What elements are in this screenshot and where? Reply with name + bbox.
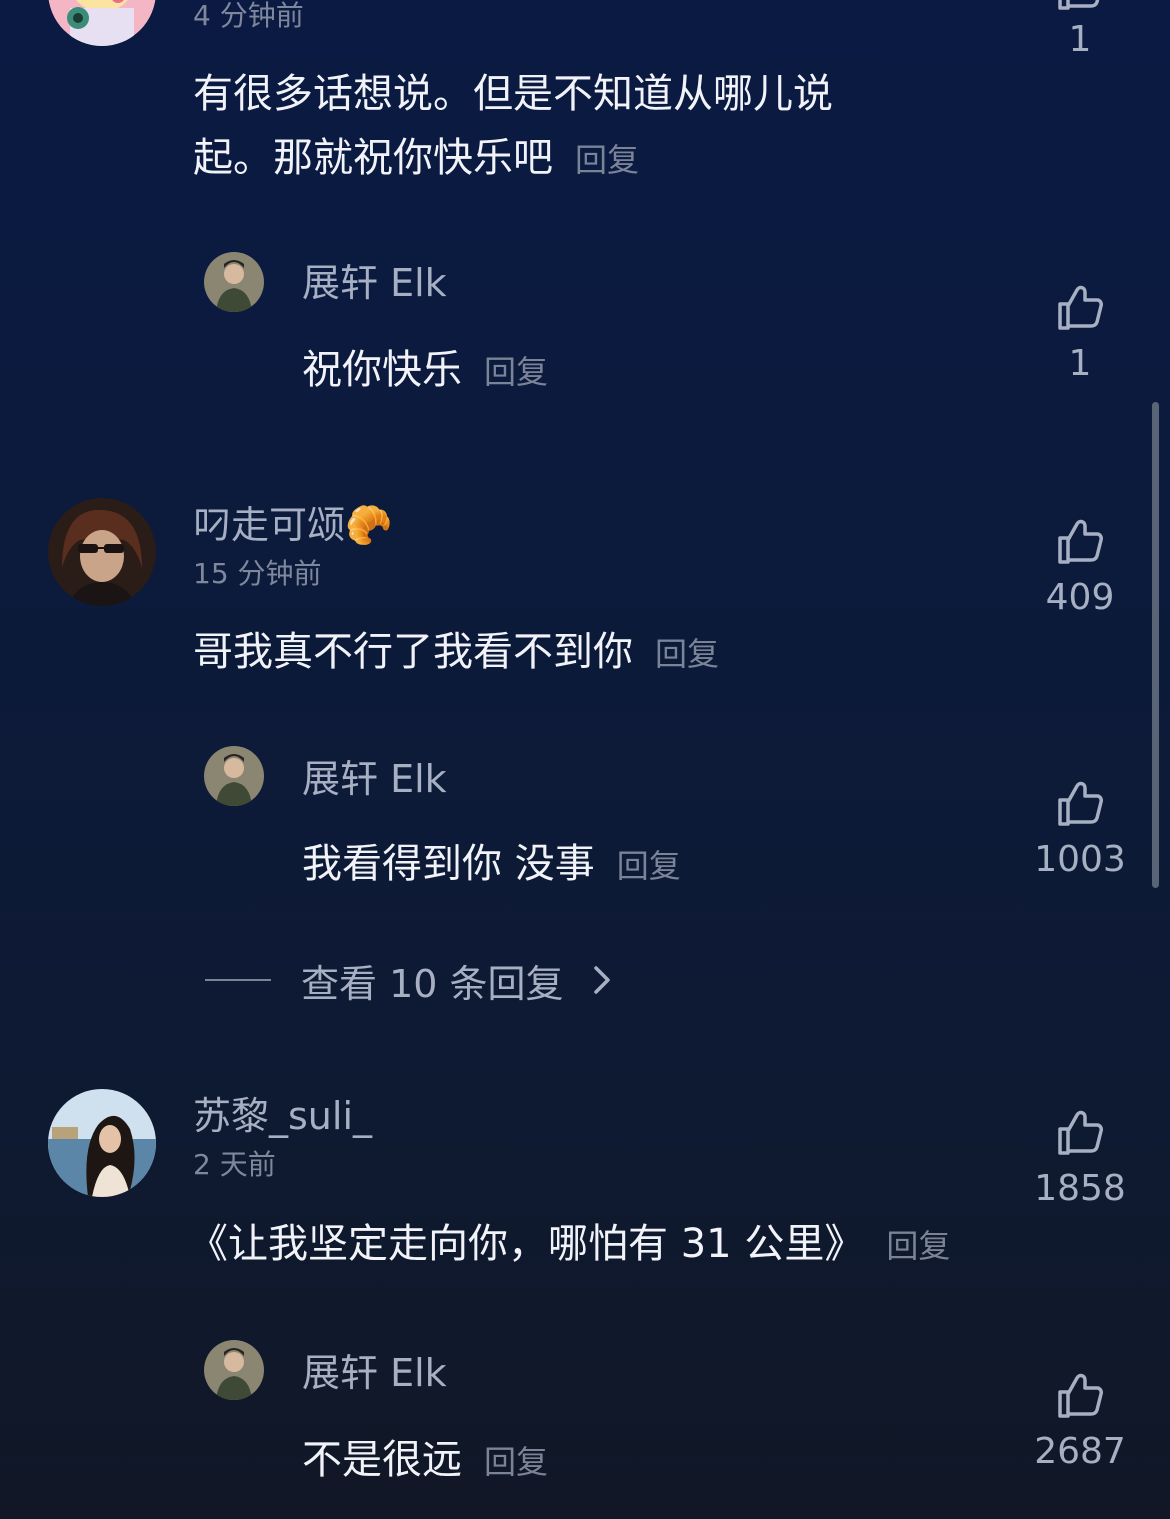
- divider-line: [205, 979, 271, 981]
- reply-username[interactable]: 展轩 Elk: [302, 1354, 447, 1392]
- like-count: 1858: [1034, 1168, 1126, 1209]
- reply-text-content: 祝你快乐: [302, 347, 462, 393]
- reply-text: 不是很远 回复: [302, 1428, 548, 1494]
- reply-text: 我看得到你 没事 回复: [302, 832, 681, 898]
- comment-text: 《让我坚定走向你，哪怕有 31 公里》 回复: [188, 1212, 950, 1278]
- reply-button[interactable]: 回复: [617, 847, 681, 885]
- comment-time: 4 分钟前: [193, 0, 304, 32]
- view-more-label: 查看 10 条回复: [301, 961, 564, 1006]
- reply-text-content: 我看得到你 没事: [302, 841, 595, 887]
- reply-text: 祝你快乐 回复: [302, 338, 548, 404]
- commenter-avatar[interactable]: [48, 1089, 156, 1197]
- like-count: 1: [1068, 343, 1092, 384]
- like-count: 1: [1068, 19, 1092, 60]
- chevron-right-icon: [593, 966, 610, 994]
- reply-username[interactable]: 展轩 Elk: [302, 264, 447, 302]
- thumbs-up-icon[interactable]: [1054, 516, 1106, 568]
- like-count: 409: [1045, 577, 1115, 618]
- view-more-replies-button[interactable]: 查看 10 条回复: [205, 952, 614, 1008]
- commenter-avatar[interactable]: [48, 498, 156, 606]
- comment-text-content: 哥我真不行了我看不到你: [193, 629, 633, 675]
- commenter-avatar[interactable]: [48, 0, 156, 46]
- thumbs-up-icon[interactable]: [1054, 1107, 1106, 1159]
- like-count: 1003: [1034, 839, 1126, 880]
- reply-avatar[interactable]: [204, 252, 264, 312]
- comment-text-line2: 起。那就祝你快乐吧: [193, 135, 553, 181]
- comment-text-line1: 有很多话想说。但是不知道从哪儿说: [193, 71, 833, 117]
- comment-text-content: 《让我坚定走向你，哪怕有 31 公里》: [188, 1221, 865, 1267]
- thumbs-up-icon[interactable]: [1054, 1370, 1106, 1422]
- comment-text: 哥我真不行了我看不到你 回复: [193, 620, 719, 686]
- commenter-username[interactable]: 苏黎_suli_: [193, 1097, 372, 1135]
- reply-avatar[interactable]: [204, 746, 264, 806]
- reply-button[interactable]: 回复: [575, 141, 639, 179]
- comment-time: 15 分钟前: [193, 557, 322, 590]
- reply-button[interactable]: 回复: [655, 635, 719, 673]
- reply-username[interactable]: 展轩 Elk: [302, 760, 447, 798]
- reply-button[interactable]: 回复: [886, 1227, 950, 1265]
- comment-text: 有很多话想说。但是不知道从哪儿说 起。那就祝你快乐吧 回复: [193, 62, 833, 192]
- reply-button[interactable]: 回复: [484, 1443, 548, 1481]
- reply-button[interactable]: 回复: [484, 353, 548, 391]
- thumbs-up-icon[interactable]: [1054, 0, 1106, 14]
- like-count: 2687: [1034, 1431, 1126, 1472]
- thumbs-up-icon[interactable]: [1054, 282, 1106, 334]
- comment-time: 2 天前: [193, 1148, 276, 1181]
- commenter-username[interactable]: 叼走可颂🥐: [193, 506, 392, 544]
- thumbs-up-icon[interactable]: [1054, 778, 1106, 830]
- scrollbar[interactable]: [1152, 402, 1159, 888]
- reply-text-content: 不是很远: [302, 1437, 462, 1483]
- reply-avatar[interactable]: [204, 1340, 264, 1400]
